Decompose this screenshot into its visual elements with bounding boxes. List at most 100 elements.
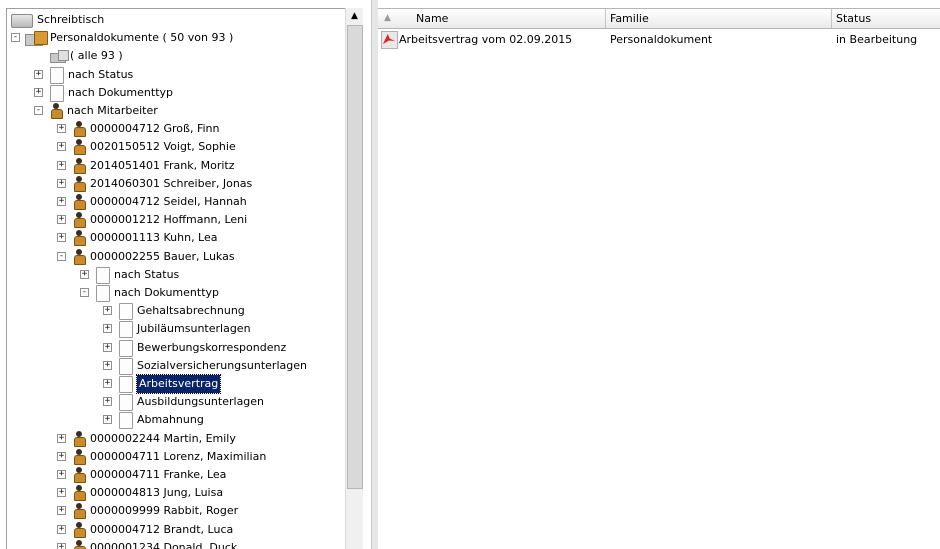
tree-node-doctype[interactable]: + Jubiläumsunterlagen bbox=[7, 320, 347, 339]
tree-node-doctype[interactable]: + Sozialversicherungsunterlagen bbox=[7, 357, 347, 375]
tree-node-sub-nach-status[interactable]: + nach Status bbox=[7, 266, 347, 284]
tree-node-label: 0000001212 Hoffmann, Leni bbox=[90, 213, 248, 227]
tree-node-label: Arbeitsvertrag bbox=[135, 374, 222, 394]
tree-node-label: ( alle 93 ) bbox=[70, 49, 123, 63]
expand-icon[interactable]: + bbox=[103, 342, 112, 352]
document-icon bbox=[119, 303, 133, 321]
tree-node-label: 0000002255 Bauer, Lukas bbox=[90, 249, 235, 263]
person-icon bbox=[73, 485, 86, 502]
tree-node-doctype[interactable]: + Abmahnung bbox=[7, 411, 347, 430]
tree-node-nach-status[interactable]: + nach Status bbox=[7, 66, 347, 84]
expand-icon[interactable]: + bbox=[103, 324, 112, 334]
tree-node-sub-nach-dokumenttyp[interactable]: - nach Dokumenttyp bbox=[7, 284, 347, 302]
tree-node-schreibtisch[interactable]: Schreibtisch bbox=[7, 11, 347, 29]
expand-icon[interactable]: + bbox=[57, 215, 66, 225]
list-row[interactable]: Arbeitsvertrag vom 02.09.2015 Personaldo… bbox=[378, 30, 940, 49]
tree-node-employee[interactable]: +0000001234 Donald, Duck bbox=[7, 539, 347, 549]
expand-icon[interactable]: + bbox=[103, 415, 112, 425]
person-icon bbox=[73, 503, 86, 520]
personal-folder-icon bbox=[25, 31, 48, 47]
expand-icon[interactable]: + bbox=[57, 506, 66, 516]
expand-icon[interactable]: + bbox=[57, 488, 66, 498]
tree-node-employee[interactable]: +0000002244 Martin, Emily bbox=[7, 430, 347, 448]
tree-node-employee[interactable]: +0000004712 Seidel, Hannah bbox=[7, 193, 347, 211]
expand-icon[interactable]: + bbox=[57, 160, 66, 170]
tree-scrollbar[interactable]: ▲ bbox=[345, 8, 363, 549]
document-icon bbox=[50, 66, 64, 84]
tree-node-doctype[interactable]: + Ausbildungsunterlagen bbox=[7, 393, 347, 412]
collapse-icon[interactable]: - bbox=[11, 33, 20, 43]
tree-node-employee-expanded[interactable]: - 0000002255 Bauer, Lukas bbox=[7, 248, 347, 266]
tree-node-label: Schreibtisch bbox=[37, 13, 105, 26]
tree-node-employee[interactable]: +0000001212 Hoffmann, Leni bbox=[7, 211, 347, 229]
tree-node-label: Bewerbungskorrespondenz bbox=[137, 340, 287, 354]
tree-node-label: 0000004712 Seidel, Hannah bbox=[90, 195, 247, 208]
scroll-up-arrow-icon[interactable]: ▲ bbox=[346, 8, 363, 25]
tree-node-label: nach Dokumenttyp bbox=[114, 286, 220, 299]
expand-icon[interactable]: + bbox=[57, 470, 66, 479]
tree-node-label: Ausbildungsunterlagen bbox=[137, 395, 265, 409]
column-header-name[interactable]: ▲ Name bbox=[378, 9, 606, 28]
tree-node-doctype[interactable]: + Gehaltsabrechnung bbox=[7, 302, 347, 321]
tree-node-employee[interactable]: +0000004813 Jung, Luisa bbox=[7, 484, 347, 502]
person-icon bbox=[73, 121, 86, 138]
expand-icon[interactable]: + bbox=[103, 360, 112, 370]
expand-icon[interactable]: + bbox=[34, 87, 43, 97]
document-icon bbox=[50, 84, 64, 102]
sort-arrow-icon: ▲ bbox=[384, 13, 391, 23]
expand-icon[interactable]: + bbox=[57, 178, 66, 188]
expand-icon[interactable]: + bbox=[34, 69, 43, 79]
expand-icon[interactable]: + bbox=[103, 306, 112, 316]
tree-node-label: nach Mitarbeiter bbox=[67, 104, 158, 117]
expand-icon[interactable]: + bbox=[57, 542, 66, 549]
tree-node-employee[interactable]: +0000004711 Lorenz, Maximilian bbox=[7, 448, 347, 466]
scroll-thumb[interactable] bbox=[347, 25, 363, 489]
tree-node-label: 2014060301 Schreiber, Jonas bbox=[90, 176, 253, 190]
tree-node-employee[interactable]: +0000004712 Groß, Finn bbox=[7, 120, 347, 138]
document-icon bbox=[119, 394, 133, 412]
expand-icon[interactable]: + bbox=[57, 451, 66, 461]
expand-icon[interactable]: + bbox=[57, 124, 66, 134]
pdf-icon bbox=[381, 31, 398, 49]
tree-node-alle[interactable]: ( alle 93 ) bbox=[7, 47, 347, 65]
tree-node-employee[interactable]: +0000004712 Brandt, Luca bbox=[7, 521, 347, 539]
tree-node-employee[interactable]: +0000009999 Rabbit, Roger bbox=[7, 502, 347, 520]
person-icon bbox=[50, 103, 63, 119]
expand-icon[interactable]: + bbox=[57, 142, 66, 152]
collapse-icon[interactable]: - bbox=[80, 288, 89, 297]
expand-icon[interactable]: + bbox=[57, 233, 66, 243]
tree-node-employee[interactable]: +0000004711 Franke, Lea bbox=[7, 466, 347, 484]
expand-icon[interactable]: + bbox=[57, 433, 66, 443]
expand-icon[interactable]: + bbox=[80, 269, 89, 279]
document-icon bbox=[96, 266, 110, 284]
tree-node-label: 0000004712 Brandt, Luca bbox=[90, 522, 234, 536]
tree-node-employee[interactable]: +0000001113 Kuhn, Lea bbox=[7, 229, 347, 247]
tree-node-doctype-selected[interactable]: + Arbeitsvertrag bbox=[7, 374, 347, 394]
column-header-familie[interactable]: Familie bbox=[606, 9, 832, 28]
tree-node-label: nach Dokumenttyp bbox=[68, 85, 174, 99]
expand-icon[interactable]: + bbox=[57, 197, 66, 206]
document-icon bbox=[119, 357, 133, 375]
tree-node-employee[interactable]: +0020150512 Voigt, Sophie bbox=[7, 138, 347, 156]
person-icon bbox=[73, 521, 86, 538]
tree-node-label: 2014051401 Frank, Moritz bbox=[90, 158, 235, 172]
tree-view: Schreibtisch - Personaldokumente ( 50 von … bbox=[6, 8, 353, 549]
person-icon bbox=[73, 430, 86, 447]
tree-node-employee[interactable]: +2014060301 Schreiber, Jonas bbox=[7, 175, 347, 193]
tree-node-nach-mitarbeiter[interactable]: - nach Mitarbeiter bbox=[7, 102, 347, 120]
column-header-status[interactable]: Status bbox=[832, 9, 940, 28]
tree-node-personaldokumente[interactable]: - Personaldokumente ( 50 von 93 ) bbox=[7, 29, 347, 47]
tree-node-employee[interactable]: +2014051401 Frank, Moritz bbox=[7, 157, 347, 175]
expand-icon[interactable]: + bbox=[103, 397, 112, 407]
person-icon bbox=[73, 212, 86, 229]
tree-node-label: 0000004711 Lorenz, Maximilian bbox=[90, 449, 267, 463]
tree-node-nach-dokumenttyp[interactable]: + nach Dokumenttyp bbox=[7, 84, 347, 102]
tree-node-label: 0000001234 Donald, Duck bbox=[90, 540, 238, 549]
tree-node-doctype[interactable]: + Bewerbungskorrespondenz bbox=[7, 339, 347, 357]
collapse-icon[interactable]: - bbox=[57, 251, 66, 261]
document-icon bbox=[119, 376, 133, 393]
expand-icon[interactable]: + bbox=[57, 524, 66, 534]
collapse-icon[interactable]: - bbox=[34, 106, 43, 115]
person-icon bbox=[73, 230, 86, 247]
expand-icon[interactable]: + bbox=[103, 379, 112, 388]
